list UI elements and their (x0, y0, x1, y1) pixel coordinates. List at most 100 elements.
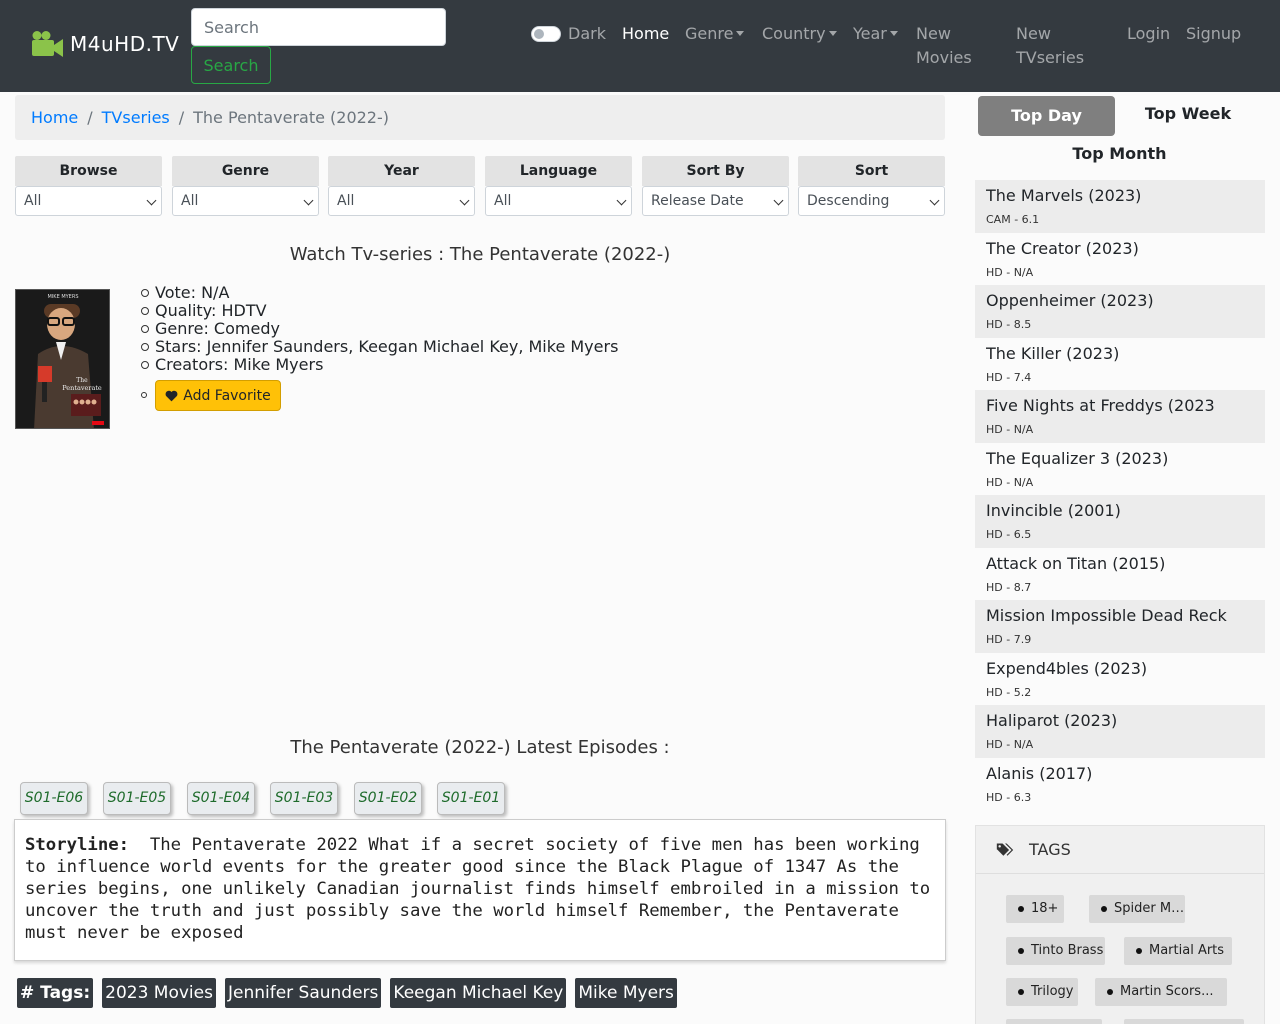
nav-country-dropdown[interactable]: Country (762, 22, 837, 46)
episode-button[interactable]: S01-E05 (103, 782, 171, 815)
nav-new-tvseries[interactable]: New TVseries (1016, 22, 1084, 70)
episode-button[interactable]: S01-E06 (20, 782, 88, 815)
movie-quality-rating: HD - N/A (986, 475, 1034, 489)
filter-sort-by-select[interactable]: Release Date (642, 186, 789, 216)
filter-language: Language All (485, 156, 632, 216)
filter-browse-select[interactable]: All (15, 186, 162, 216)
list-item[interactable]: Attack on Titan (2015) HD - 8.7 (975, 548, 1265, 601)
tags-heading: TAGS (976, 826, 1264, 874)
filter-value: All (337, 193, 355, 209)
filter-value: All (494, 193, 512, 209)
dark-mode-toggle[interactable] (531, 26, 561, 42)
filter-label: Sort By (642, 156, 789, 186)
tag-chip[interactable]: 18+ (1006, 895, 1064, 923)
nav-year-label: Year (853, 24, 887, 43)
brand-logo[interactable]: M4uHD.TV (31, 30, 179, 57)
movie-quality-rating: HD - 7.9 (986, 633, 1032, 646)
tag-chip[interactable]: Tinto Brass (1006, 937, 1105, 965)
movie-title: Mission Impossible Dead Reck (986, 606, 1227, 625)
episode-button[interactable]: S01-E02 (354, 782, 422, 815)
add-favorite-button[interactable]: Add Favorite (155, 380, 281, 411)
nav-signup[interactable]: Signup (1186, 22, 1241, 46)
nav-new-movies-line2: Movies (916, 48, 972, 67)
list-item[interactable]: Five Nights at Freddys (2023 HD - N/A (975, 390, 1265, 443)
tag-chip[interactable]: Spider Man (1089, 895, 1185, 923)
movie-quality-rating: HD - N/A (986, 738, 1034, 751)
nav-login[interactable]: Login (1127, 22, 1170, 46)
movie-title: Five Nights at Freddys (2023 (986, 396, 1215, 415)
filter-genre: Genre All (172, 156, 319, 216)
movie-title: Alanis (2017) (986, 763, 1093, 783)
movie-quality-rating: HD - N/A (986, 265, 1034, 279)
breadcrumb-home[interactable]: Home (31, 108, 78, 127)
tag-chip[interactable]: Martin Scors... (1095, 978, 1227, 1006)
filter-label: Sort (798, 156, 945, 186)
nav-new-movies[interactable]: New Movies (916, 22, 972, 70)
tab-top-month[interactable]: Top Month (978, 136, 1261, 176)
tab-top-week[interactable]: Top Week (1115, 96, 1261, 136)
tag-link[interactable]: Jennifer Saunders (224, 978, 382, 1008)
movie-quality-rating: CAM - 6.1 (986, 213, 1040, 226)
dark-mode-label: Dark (568, 24, 606, 43)
tag-chip[interactable] (1124, 1019, 1244, 1024)
tab-top-day[interactable]: Top Day (978, 96, 1115, 136)
list-item[interactable]: Oppenheimer (2023) HD - 8.5 (975, 285, 1265, 338)
nav-genre-dropdown[interactable]: Genre (685, 22, 745, 46)
info-quality: Quality: HDTV (141, 302, 618, 320)
tag-link[interactable]: Keegan Michael Key (390, 978, 567, 1008)
info-creators: Creators: Mike Myers (141, 356, 618, 374)
chevron-down-icon (303, 195, 314, 206)
movie-title: Haliparot (2023) (986, 711, 1118, 730)
list-item[interactable]: The Creator (2023) HD - N/A (975, 233, 1265, 286)
movie-quality-rating: HD - 7.4 (986, 370, 1032, 384)
nav-new-tvseries-line2: TVseries (1016, 48, 1085, 67)
tags-card: TAGS 18+ Spider Man Tinto Brass Martial … (975, 825, 1265, 1024)
caret-down-icon (736, 31, 745, 36)
filter-year-select[interactable]: All (328, 186, 475, 216)
toggle-knob (534, 29, 544, 39)
episode-button[interactable]: S01-E01 (437, 782, 505, 815)
filter-value: Descending (807, 193, 890, 209)
nav-home[interactable]: Home (622, 22, 669, 46)
chevron-down-icon (929, 195, 940, 206)
list-item[interactable]: The Equalizer 3 (2023) HD - N/A (975, 443, 1265, 496)
list-item[interactable]: Alanis (2017) HD - 6.3 (975, 758, 1265, 811)
poster-image[interactable]: MIKE MYERS The Pentaverate (15, 289, 110, 429)
poster-title-line2: Pentaverate (62, 384, 102, 392)
list-item[interactable]: The Marvels (2023) CAM - 6.1 (975, 180, 1265, 233)
filter-sort-select[interactable]: Descending (798, 186, 945, 216)
poster-art: MIKE MYERS The Pentaverate (16, 290, 109, 428)
list-item[interactable]: The Killer (2023) HD - 7.4 (975, 338, 1265, 391)
movie-title: The Marvels (2023) (986, 186, 1142, 205)
movie-quality-rating: HD - N/A (986, 423, 1034, 436)
search-input[interactable] (191, 8, 446, 46)
filter-year: Year All (328, 156, 475, 216)
tag-link[interactable]: 2023 Movies (102, 978, 216, 1008)
tag-link[interactable]: Mike Myers (575, 978, 677, 1008)
breadcrumb-separator: / (178, 108, 185, 127)
filter-label: Browse (15, 156, 162, 186)
list-item[interactable]: Mission Impossible Dead Reck HD - 7.9 (975, 600, 1265, 653)
top-movie-list: The Marvels (2023) CAM - 6.1 The Creator … (975, 180, 1265, 810)
movie-title: The Equalizer 3 (2023) (986, 448, 1169, 468)
chevron-down-icon (616, 195, 627, 206)
search-button[interactable]: Search (191, 46, 271, 84)
filter-value: All (181, 193, 199, 209)
tag-chip[interactable]: Trilogy (1006, 978, 1078, 1006)
filter-language-select[interactable]: All (485, 186, 632, 216)
movie-title: Oppenheimer (2023) (986, 291, 1154, 310)
tag-chip[interactable]: Martial Arts (1124, 937, 1232, 965)
nav-year-dropdown[interactable]: Year (853, 22, 898, 46)
tag-chip[interactable] (1006, 1019, 1102, 1024)
filter-value: All (24, 193, 42, 209)
list-item[interactable]: Expend4bles (2023) HD - 5.2 (975, 653, 1265, 706)
episode-button[interactable]: S01-E04 (187, 782, 255, 815)
filter-genre-select[interactable]: All (172, 186, 319, 216)
info-vote: Vote: N/A (141, 284, 618, 302)
filter-label: Genre (172, 156, 319, 186)
list-item[interactable]: Invincible (2001) HD - 6.5 (975, 495, 1265, 548)
episode-button[interactable]: S01-E03 (270, 782, 338, 815)
list-item[interactable]: Haliparot (2023) HD - N/A (975, 705, 1265, 758)
poster-top-text: MIKE MYERS (48, 294, 79, 300)
breadcrumb-tvseries[interactable]: TVseries (102, 108, 170, 127)
